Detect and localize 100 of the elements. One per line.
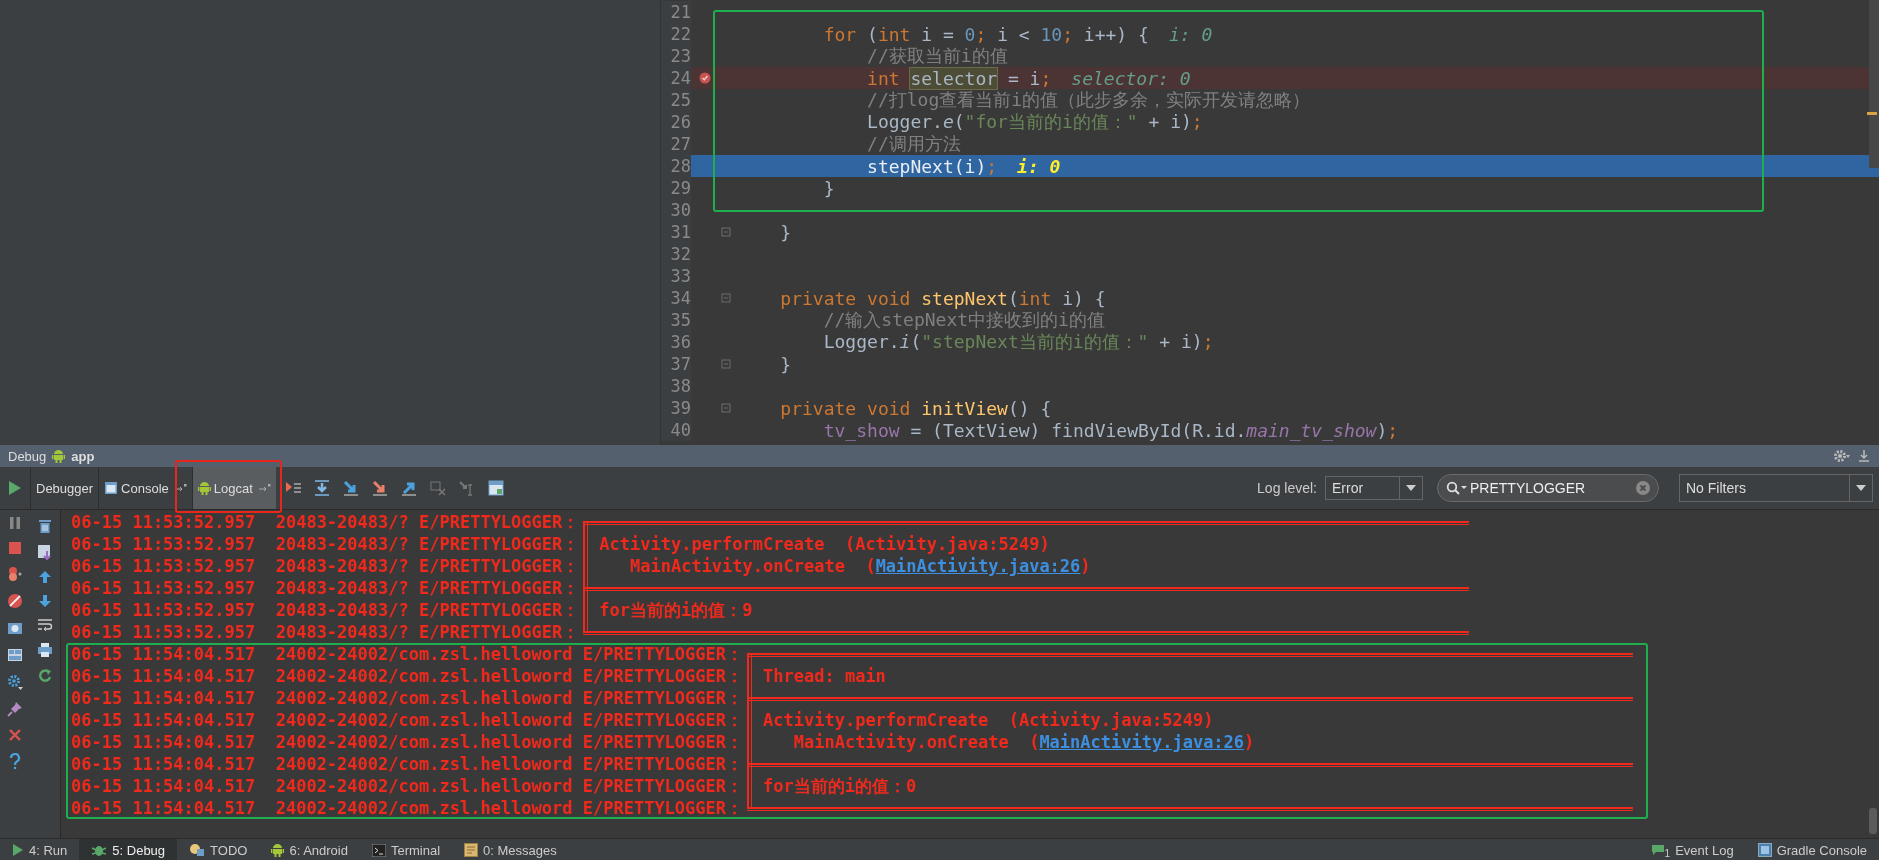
- android-icon: [197, 481, 211, 495]
- todo-icon: [189, 843, 206, 857]
- code-line: int selector = i;: [866, 67, 1052, 89]
- line-number: 30: [661, 199, 691, 221]
- close-icon[interactable]: [8, 728, 22, 742]
- code-line: Logger.i("stepNext当前的i的值：" + i);: [822, 330, 1214, 354]
- clear-icon[interactable]: [1636, 481, 1650, 495]
- android-icon: [271, 843, 285, 857]
- line-number: 40: [661, 419, 691, 441]
- help-icon[interactable]: [9, 753, 21, 769]
- line-number: 28: [661, 155, 691, 177]
- layout-icon[interactable]: [7, 647, 23, 663]
- step-over-icon[interactable]: [312, 479, 331, 497]
- terminal-icon: [371, 843, 386, 857]
- line-number: 32: [661, 243, 691, 265]
- restart-icon[interactable]: [37, 668, 53, 684]
- settings-icon[interactable]: [1833, 449, 1851, 463]
- log-prefix: 06-15 11:54:04.517 24002-24002/com.zsl.helloword E/PRETTYLOGGER：: [71, 708, 744, 732]
- breakpoints-icon[interactable]: [7, 566, 23, 582]
- tool-window-tab[interactable]: 4: Run: [0, 839, 80, 860]
- panel-tab[interactable]: Logcat: [191, 467, 276, 509]
- settings-icon[interactable]: [7, 674, 23, 690]
- tool-window-tab[interactable]: 0: Messages: [452, 839, 569, 860]
- pin-icon[interactable]: [7, 701, 23, 717]
- console-icon: [1757, 843, 1772, 857]
- log-prefix: 06-15 11:53:52.957 20483-20483/? E/PRETTYLOGGER：: [71, 598, 580, 622]
- log-level-label: Log level:: [1257, 480, 1317, 496]
- panel-tab[interactable]: Console: [98, 467, 192, 509]
- search-icon: [1446, 481, 1468, 495]
- caret-icon: [1856, 484, 1866, 492]
- scrollbar[interactable]: [1869, 0, 1879, 168]
- log-prefix: 06-15 11:53:52.957 20483-20483/? E/PRETTYLOGGER：: [71, 532, 580, 556]
- tool-window-tab[interactable]: Gradle Console: [1745, 839, 1879, 860]
- line-number: 37: [661, 353, 691, 375]
- print-icon[interactable]: [37, 642, 53, 658]
- scroll-marker: [1867, 112, 1877, 115]
- log-prefix: 06-15 11:54:04.517 24002-24002/com.zsl.helloword E/PRETTYLOGGER：: [71, 730, 744, 754]
- inline-debug-value: i: 0: [1168, 23, 1213, 45]
- line-number: 23: [661, 45, 691, 67]
- log-prefix: 06-15 11:54:04.517 24002-24002/com.zsl.helloword E/PRETTYLOGGER：: [71, 774, 744, 798]
- tool-window-tab[interactable]: Terminal: [359, 839, 453, 860]
- log-prefix: 06-15 11:54:04.517 24002-24002/com.zsl.helloword E/PRETTYLOGGER：: [71, 686, 744, 710]
- code-line: Logger.e("for当前的i的值：" + i);: [866, 110, 1203, 134]
- code-line: private void initView() {: [779, 397, 1052, 419]
- pin-icon: [258, 484, 271, 492]
- scrollbar[interactable]: [1869, 808, 1877, 834]
- log-message: for当前的i的值：9: [599, 598, 753, 622]
- code-line: }: [822, 177, 835, 199]
- inline-debug-value: i: 0: [1017, 155, 1061, 177]
- step-into-icon[interactable]: [341, 479, 360, 497]
- pause-icon[interactable]: [9, 516, 21, 530]
- run-icon: [12, 843, 24, 857]
- code-line: }: [779, 221, 792, 243]
- count-label: 1: [1664, 848, 1671, 859]
- filter-dropdown[interactable]: No Filters: [1679, 474, 1873, 502]
- search-field[interactable]: PRETTYLOGGER: [1437, 474, 1659, 502]
- inline-debug-value: selector: 0: [1071, 67, 1191, 89]
- force-step-into-icon[interactable]: [370, 479, 389, 497]
- drop-frame-icon[interactable]: [428, 479, 447, 497]
- resume-icon[interactable]: [8, 480, 22, 496]
- code-line: tv_show = (TextView) findViewById(R.id.main_tv_show);: [822, 419, 1399, 441]
- panel-tab[interactable]: Debugger: [30, 467, 99, 509]
- mute-breakpoints-icon[interactable]: [7, 593, 23, 609]
- log-prefix: 06-15 11:53:52.957 20483-20483/? E/PRETTYLOGGER：: [71, 510, 580, 534]
- hide-icon[interactable]: [1857, 449, 1871, 463]
- line-number: 26: [661, 111, 691, 133]
- breakpoint-icon[interactable]: [699, 72, 711, 84]
- line-number: 34: [661, 287, 691, 309]
- wrap-icon[interactable]: [37, 618, 53, 632]
- log-level-dropdown[interactable]: Error: [1325, 476, 1423, 500]
- code-line: stepNext(i);: [866, 155, 998, 177]
- line-number: 27: [661, 133, 691, 155]
- up-icon[interactable]: [38, 570, 52, 584]
- panel-title: Debug: [8, 448, 47, 464]
- code-line: //打log查看当前i的值（此步多余，实际开发请忽略）: [866, 88, 1311, 112]
- log-prefix: 06-15 11:53:52.957 20483-20483/? E/PRETTYLOGGER：: [71, 576, 580, 600]
- tool-window-tab[interactable]: 6: Android: [259, 839, 360, 860]
- evaluate-icon[interactable]: [486, 479, 505, 497]
- line-number: 38: [661, 375, 691, 397]
- messages-icon: [464, 843, 479, 857]
- line-number: 35: [661, 309, 691, 331]
- log-prefix: 06-15 11:54:04.517 24002-24002/com.zsl.helloword E/PRETTYLOGGER：: [71, 642, 744, 666]
- scroll-to-end-icon[interactable]: [37, 544, 53, 560]
- android-icon: [52, 449, 66, 463]
- console-icon: [104, 481, 119, 495]
- tool-window-tab[interactable]: 1 Event Log: [1638, 839, 1746, 860]
- camera-icon[interactable]: [7, 620, 23, 636]
- line-number: 31: [661, 221, 691, 243]
- line-number: 25: [661, 89, 691, 111]
- tool-window-tab[interactable]: TODO: [177, 839, 260, 860]
- log-prefix: 06-15 11:53:52.957 20483-20483/? E/PRETTYLOGGER：: [71, 554, 580, 578]
- down-icon[interactable]: [38, 594, 52, 608]
- event-log-icon: [1650, 844, 1665, 856]
- stop-icon[interactable]: [8, 541, 22, 555]
- pin-icon: [174, 484, 187, 492]
- code-editor[interactable]: [660, 0, 1879, 445]
- line-number: 21: [661, 1, 691, 23]
- trash-icon[interactable]: [38, 518, 52, 534]
- log-message: Thread: main: [763, 666, 886, 686]
- tool-window-tab[interactable]: 5: Debug: [79, 839, 178, 860]
